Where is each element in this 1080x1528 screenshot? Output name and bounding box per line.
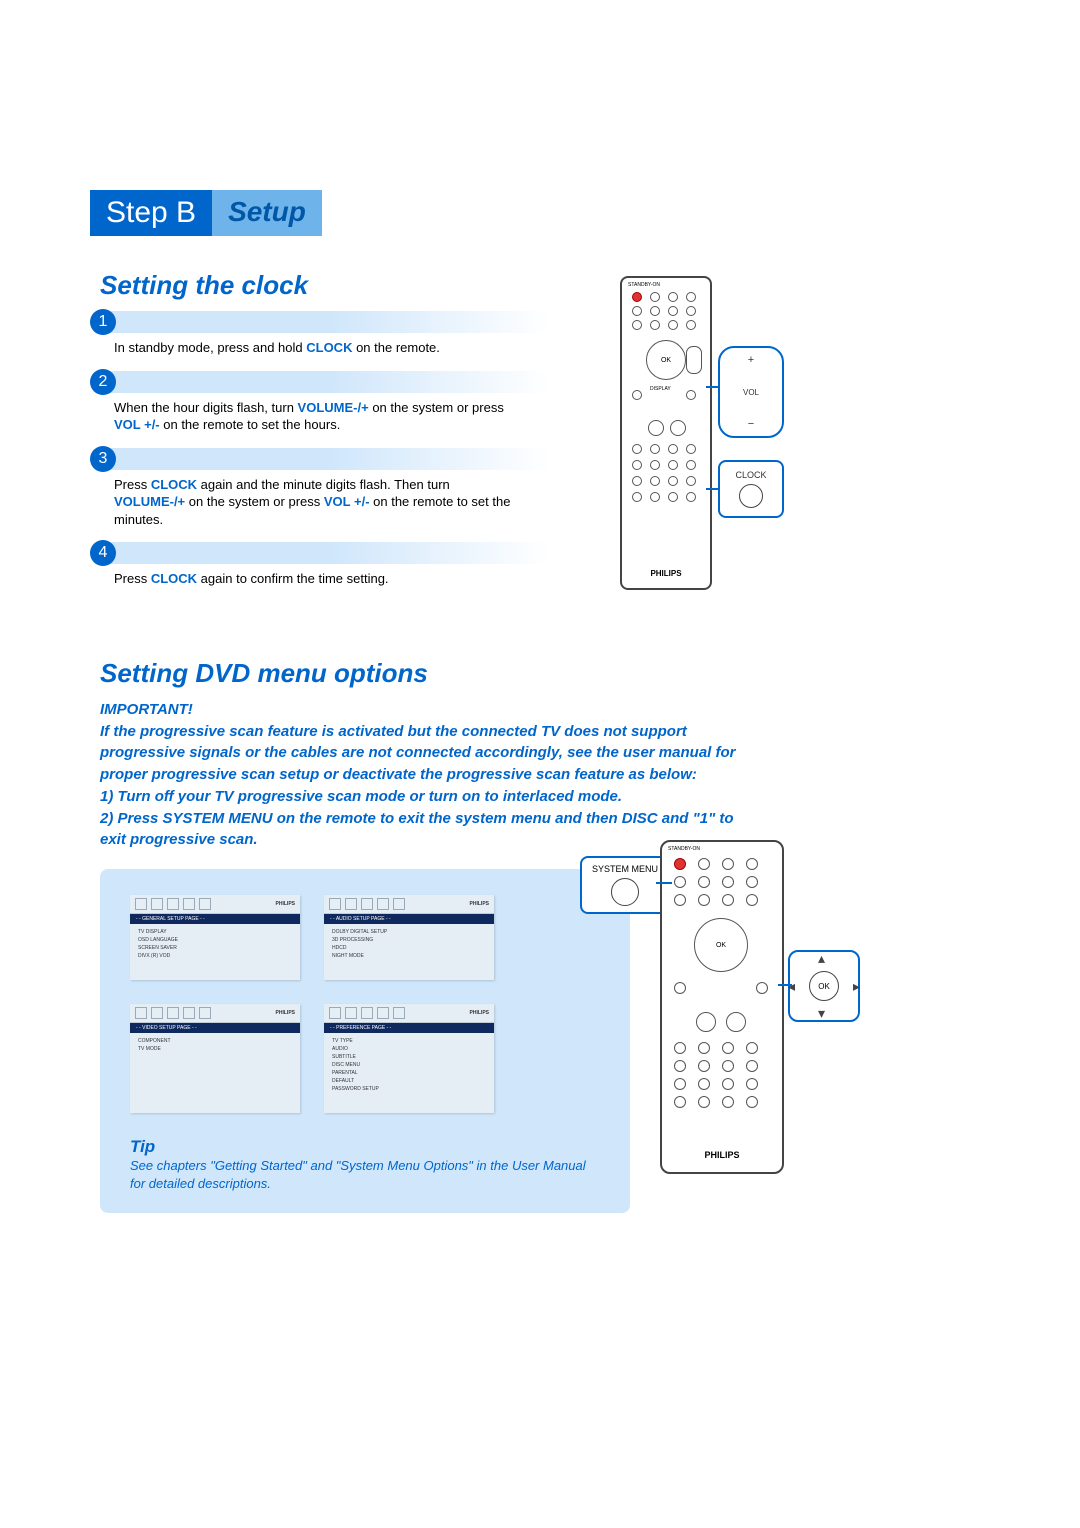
clock-label: CLOCK <box>735 470 766 480</box>
arrow-right-icon: ▸ <box>853 978 860 995</box>
arrow-up-icon: ▴ <box>818 950 825 967</box>
remote-illustration-2: STANDBY-ON OK <box>660 840 784 1174</box>
vol-label: VOL <box>743 388 759 397</box>
menu-body: COMPONENT TV MODE <box>130 1033 300 1073</box>
important-heading: IMPORTANT! <box>100 699 740 721</box>
callout-line <box>656 882 672 884</box>
step-1: 1 In standby mode, press and hold CLOCK … <box>90 311 550 357</box>
dvd-menu-panel: PHILIPS - - GENERAL SETUP PAGE - - TV DI… <box>100 869 630 1213</box>
important-block: IMPORTANT! If the progressive scan featu… <box>100 699 740 851</box>
banner-step-label: Step B <box>90 190 212 236</box>
step-bar <box>104 542 550 564</box>
section-title-clock: Setting the clock <box>100 270 990 301</box>
menu-body: DOLBY DIGITAL SETUP 3D PROCESSING HDCD N… <box>324 924 494 980</box>
callout-line <box>778 984 792 986</box>
brand-label: PHILIPS <box>662 1150 782 1160</box>
step-text: When the hour digits flash, turn VOLUME-… <box>114 399 524 434</box>
step-bar <box>104 371 550 393</box>
callout-volume: + VOL − <box>718 346 784 438</box>
step-text: Press CLOCK again to confirm the time se… <box>114 570 524 588</box>
step-text: In standby mode, press and hold CLOCK on… <box>114 339 524 357</box>
menu-title: - - GENERAL SETUP PAGE - - <box>130 914 300 924</box>
system-menu-label: SYSTEM MENU <box>586 864 664 874</box>
step-bar <box>104 448 550 470</box>
step-bar <box>104 311 550 333</box>
step-text: Press CLOCK again and the minute digits … <box>114 476 524 529</box>
system-menu-button-circle <box>611 878 639 906</box>
tip-heading: Tip <box>130 1137 600 1157</box>
tip-block: Tip See chapters "Getting Started" and "… <box>130 1137 600 1193</box>
system-menu-button <box>674 894 686 906</box>
menu-body: TV DISPLAY OSD LANGUAGE SCREEN SAVER DIV… <box>130 924 300 980</box>
menu-title: - - VIDEO SETUP PAGE - - <box>130 1023 300 1033</box>
stop-button-icon <box>670 420 686 436</box>
step-number-badge: 3 <box>90 446 116 472</box>
callout-clock: CLOCK <box>718 460 784 518</box>
brand-label: PHILIPS <box>622 569 710 578</box>
vol-minus: − <box>748 418 754 430</box>
step-number-badge: 2 <box>90 369 116 395</box>
menu-body: TV TYPE AUDIO SUBTITLE DISC MENU PARENTA… <box>324 1033 494 1113</box>
callout-ok-dpad: ▴ ◂ ▸ ▾ OK <box>788 950 860 1022</box>
standby-label: STANDBY-ON <box>628 282 660 288</box>
step-3: 3 Press CLOCK again and the minute digit… <box>90 448 550 529</box>
banner-setup-label: Setup <box>212 190 322 236</box>
arrow-down-icon: ▾ <box>818 1005 825 1022</box>
clock-button-circle <box>739 484 763 508</box>
stop-button-icon <box>726 1012 746 1032</box>
menu-title: - - AUDIO SETUP PAGE - - <box>324 914 494 924</box>
vol-rocker <box>686 346 702 374</box>
menu-card-preference: PHILIPS - - PREFERENCE PAGE - - TV TYPE … <box>324 1004 494 1113</box>
tip-body: See chapters "Getting Started" and "Syst… <box>130 1157 600 1193</box>
arrow-left-icon: ◂ <box>788 978 795 995</box>
play-button-icon <box>648 420 664 436</box>
step-banner: Step B Setup <box>90 190 322 236</box>
callout-system-menu: SYSTEM MENU <box>580 856 670 914</box>
important-body: If the progressive scan feature is activ… <box>100 721 740 852</box>
menu-card-audio: PHILIPS - - AUDIO SETUP PAGE - - DOLBY D… <box>324 895 494 980</box>
step-4: 4 Press CLOCK again to confirm the time … <box>90 542 550 588</box>
ok-center: OK <box>809 971 839 1001</box>
ok-ring: OK <box>646 340 686 380</box>
power-button-icon <box>632 292 642 302</box>
remote-illustration-1: STANDBY-ON OK DISPLAY <box>620 276 712 590</box>
callout-line <box>706 488 720 490</box>
section-title-dvd: Setting DVD menu options <box>100 658 990 689</box>
menu-card-general: PHILIPS - - GENERAL SETUP PAGE - - TV DI… <box>130 895 300 980</box>
menu-card-video: PHILIPS - - VIDEO SETUP PAGE - - COMPONE… <box>130 1004 300 1113</box>
remote-illustration-2-group: SYSTEM MENU ▴ ◂ ▸ ▾ OK STANDBY-ON OK <box>580 840 784 1174</box>
play-button-icon <box>696 1012 716 1032</box>
callout-line <box>706 386 720 388</box>
ok-ring: OK <box>694 918 748 972</box>
power-button-icon <box>674 858 686 870</box>
step-2: 2 When the hour digits flash, turn VOLUM… <box>90 371 550 434</box>
standby-label: STANDBY-ON <box>668 846 700 852</box>
menu-title: - - PREFERENCE PAGE - - <box>324 1023 494 1033</box>
vol-plus: + <box>748 354 754 366</box>
clock-button-icon <box>686 460 696 470</box>
step-number-badge: 1 <box>90 309 116 335</box>
